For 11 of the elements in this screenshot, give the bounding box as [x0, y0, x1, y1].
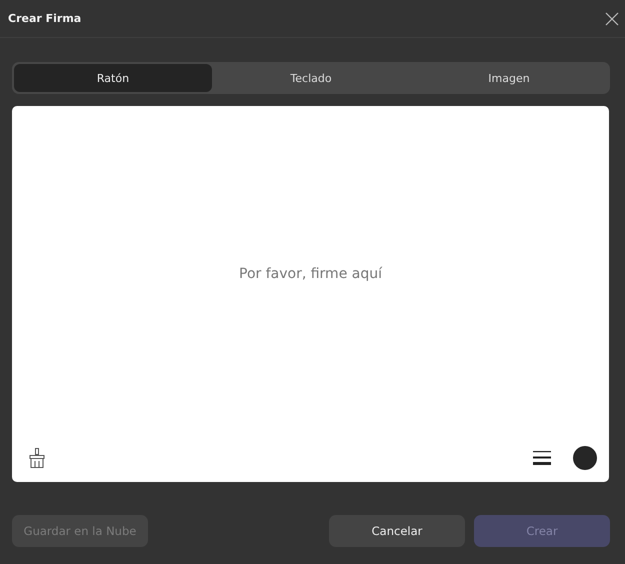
close-icon[interactable] — [605, 12, 619, 26]
brush-icon[interactable] — [27, 447, 47, 469]
window-title: Crear Firma — [8, 12, 82, 25]
pen-color-swatch[interactable] — [573, 446, 597, 470]
action-button[interactable]: Cancelar — [329, 515, 465, 547]
tab[interactable]: Teclado — [212, 64, 410, 92]
line-thickness-icon[interactable] — [533, 450, 551, 466]
signature-pad[interactable]: Por favor, firme aquí — [12, 106, 609, 482]
tab[interactable]: Ratón — [14, 64, 212, 92]
signature-placeholder: Por favor, firme aquí — [239, 266, 382, 282]
tab[interactable]: Imagen — [410, 64, 608, 92]
